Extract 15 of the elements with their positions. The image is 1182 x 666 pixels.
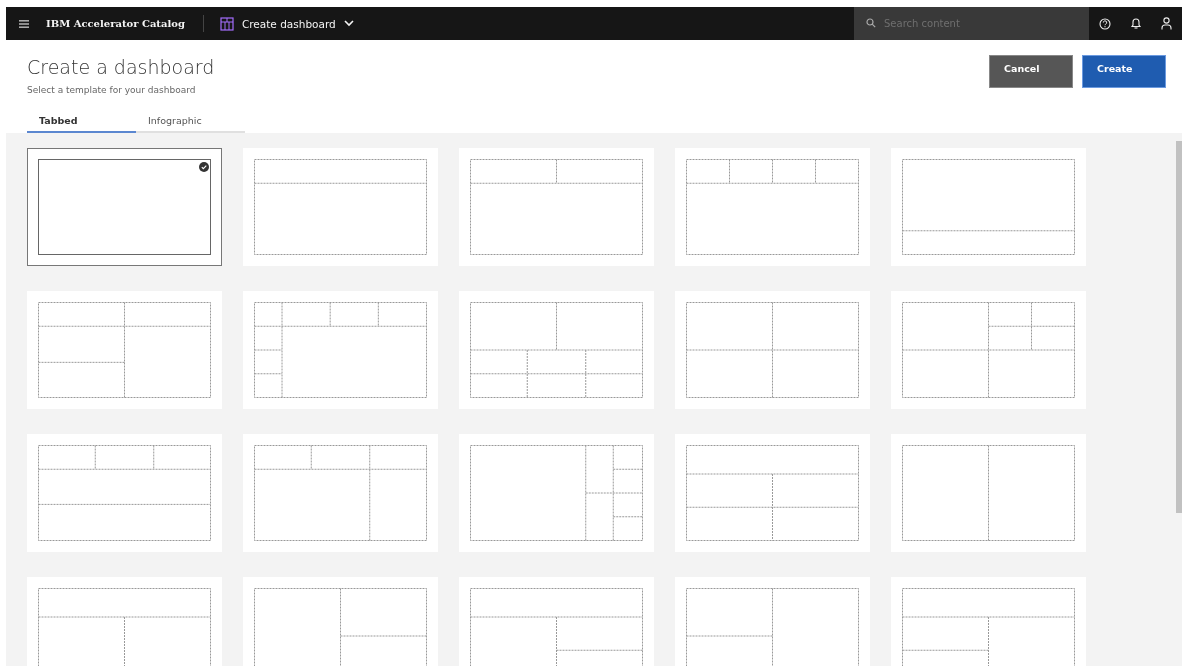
help-icon[interactable]: [1098, 17, 1111, 30]
dashboard-icon: [219, 16, 234, 31]
template-card[interactable]: [27, 148, 222, 266]
page-menu[interactable]: Create dashboard: [219, 16, 354, 31]
chevron-down-icon: [343, 20, 354, 27]
search-icon: [866, 18, 876, 28]
cancel-button[interactable]: Cancel: [989, 55, 1073, 88]
page-subtitle: Select a template for your dashboard: [27, 85, 197, 95]
user-icon[interactable]: [1161, 17, 1172, 30]
checkmark-icon: [199, 162, 209, 172]
scrollbar[interactable]: [1176, 141, 1182, 513]
app-name[interactable]: IBM Accelerator Catalog: [46, 15, 204, 32]
create-button[interactable]: Create: [1082, 55, 1166, 88]
page-title: Create a dashboard: [27, 55, 215, 79]
notification-bell-icon[interactable]: [1129, 17, 1142, 30]
